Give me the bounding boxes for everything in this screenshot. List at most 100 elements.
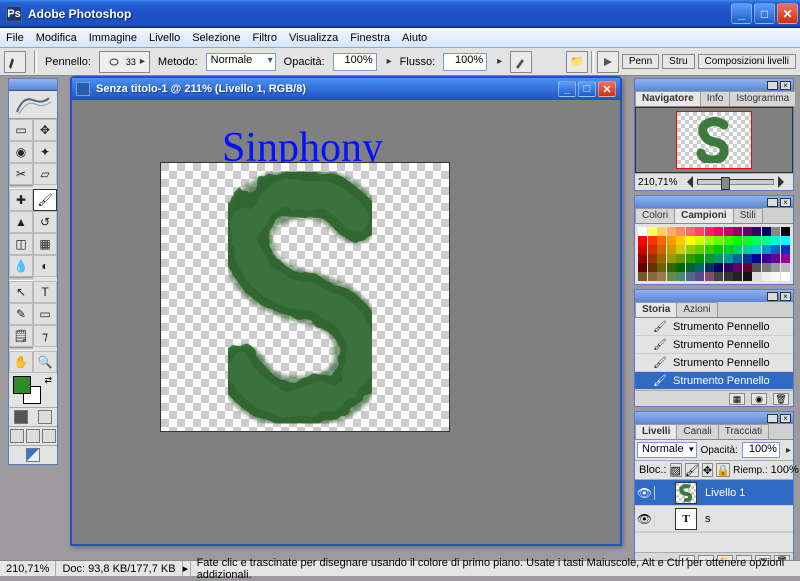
swatch[interactable] xyxy=(743,245,752,254)
history-item[interactable]: 🖌Strumento Pennello xyxy=(635,318,793,336)
jump-to-imageready-button[interactable] xyxy=(26,448,40,462)
window-close-button[interactable]: ✕ xyxy=(777,3,798,24)
swatch[interactable] xyxy=(733,227,742,236)
swatch[interactable] xyxy=(667,236,676,245)
swatch[interactable] xyxy=(705,263,714,272)
tool-preset-picker[interactable] xyxy=(4,51,26,73)
lock-all-icon[interactable]: 🔒 xyxy=(716,463,730,477)
swatch[interactable] xyxy=(724,245,733,254)
panel-close-icon[interactable]: × xyxy=(780,414,791,423)
swatch[interactable] xyxy=(724,236,733,245)
swatch[interactable] xyxy=(676,254,685,263)
menu-edit[interactable]: Modifica xyxy=(36,32,77,44)
type-tool[interactable]: T xyxy=(33,281,57,303)
magic-wand-tool[interactable]: ✦ xyxy=(33,141,57,163)
swatch[interactable] xyxy=(752,227,761,236)
swatch[interactable] xyxy=(752,272,761,281)
history-brush-tool[interactable]: ↺ xyxy=(33,211,57,233)
swatch[interactable] xyxy=(648,263,657,272)
brush-preset-picker[interactable]: 33 ▸ xyxy=(99,51,150,73)
panel-close-icon[interactable]: × xyxy=(780,292,791,301)
move-tool[interactable]: ✥ xyxy=(33,119,57,141)
lock-position-icon[interactable]: ✥ xyxy=(702,463,713,477)
tab-layers[interactable]: Livelli xyxy=(635,424,677,439)
swatch[interactable] xyxy=(762,245,771,254)
swatch[interactable] xyxy=(686,263,695,272)
swatch[interactable] xyxy=(648,236,657,245)
path-select-tool[interactable]: ↖ xyxy=(9,281,33,303)
swatch[interactable] xyxy=(724,227,733,236)
swatch[interactable] xyxy=(667,227,676,236)
swatch[interactable] xyxy=(705,272,714,281)
marquee-tool[interactable]: ▭ xyxy=(9,119,33,141)
layer-blend-select[interactable]: Normale xyxy=(637,442,697,458)
shape-tool[interactable]: ▭ xyxy=(33,303,57,325)
layer-fill-input[interactable]: 100% xyxy=(771,464,799,476)
hand-tool[interactable]: ✋ xyxy=(9,351,33,373)
swatch[interactable] xyxy=(733,254,742,263)
file-browser-button[interactable]: 📁 xyxy=(566,51,588,73)
dodge-tool[interactable]: ◐ xyxy=(33,255,57,277)
history-panel-header[interactable]: _ × xyxy=(635,290,793,302)
swatch[interactable] xyxy=(695,263,704,272)
tab-histogram[interactable]: Istogramma xyxy=(729,91,796,106)
layer-name[interactable]: s xyxy=(701,513,711,525)
panel-minimize-icon[interactable]: _ xyxy=(767,81,778,90)
blend-mode-select[interactable]: Normale xyxy=(206,53,276,71)
tab-info[interactable]: Info xyxy=(700,91,731,106)
toolbox-drag-handle[interactable] xyxy=(9,79,57,91)
swatch[interactable] xyxy=(638,272,647,281)
swatch[interactable] xyxy=(752,254,761,263)
canvas[interactable] xyxy=(160,162,450,432)
swatch[interactable] xyxy=(743,236,752,245)
swatch[interactable] xyxy=(771,245,780,254)
swatch[interactable] xyxy=(762,227,771,236)
eraser-tool[interactable]: ◫ xyxy=(9,233,33,255)
swatch[interactable] xyxy=(714,227,723,236)
lasso-tool[interactable]: ◉ xyxy=(9,141,33,163)
swatch[interactable] xyxy=(781,272,790,281)
swatch[interactable] xyxy=(676,245,685,254)
blur-tool[interactable]: 💧 xyxy=(9,255,33,277)
navigator-view-box[interactable] xyxy=(676,111,752,169)
screen-fullmenu-button[interactable] xyxy=(26,429,40,443)
swatch[interactable] xyxy=(657,245,666,254)
swatch[interactable] xyxy=(781,236,790,245)
swatch-grid[interactable] xyxy=(638,227,790,281)
window-maximize-button[interactable]: □ xyxy=(754,3,775,24)
swatch[interactable] xyxy=(733,245,742,254)
swatch[interactable] xyxy=(743,254,752,263)
flow-input[interactable]: 100% xyxy=(443,53,487,71)
swatch[interactable] xyxy=(781,263,790,272)
swatch[interactable] xyxy=(676,263,685,272)
doc-maximize-button[interactable]: □ xyxy=(578,81,596,97)
quickmask-mode-button[interactable] xyxy=(38,410,52,424)
history-new-doc-icon[interactable]: ▦ xyxy=(729,393,745,405)
swatch[interactable] xyxy=(762,254,771,263)
navigator-zoom-value[interactable]: 210,71% xyxy=(638,177,677,188)
swatch[interactable] xyxy=(648,272,657,281)
swatch[interactable] xyxy=(667,245,676,254)
crop-tool[interactable]: ✂ xyxy=(9,163,33,185)
brush-tool[interactable]: 🖌 xyxy=(33,189,57,211)
navigator-panel-header[interactable]: _ × xyxy=(635,79,793,91)
pen-tool[interactable]: ✎ xyxy=(9,303,33,325)
clone-stamp-tool[interactable]: ▲ xyxy=(9,211,33,233)
screen-full-button[interactable] xyxy=(42,429,56,443)
swatch[interactable] xyxy=(752,263,761,272)
swatch[interactable] xyxy=(705,227,714,236)
swatch[interactable] xyxy=(762,272,771,281)
swatches-panel-header[interactable]: _ × xyxy=(635,196,793,208)
swatch[interactable] xyxy=(695,254,704,263)
swatch[interactable] xyxy=(667,263,676,272)
lock-pixels-icon[interactable]: 🖌 xyxy=(685,463,699,477)
swatch[interactable] xyxy=(714,236,723,245)
panel-close-icon[interactable]: × xyxy=(780,198,791,207)
tab-styles[interactable]: Stili xyxy=(733,208,763,223)
swatch[interactable] xyxy=(657,236,666,245)
swatch[interactable] xyxy=(771,272,780,281)
swatch[interactable] xyxy=(714,254,723,263)
layer-thumbnail[interactable] xyxy=(675,482,697,504)
tab-swatches[interactable]: Campioni xyxy=(674,208,734,223)
zoom-tool[interactable]: 🔍 xyxy=(33,351,57,373)
